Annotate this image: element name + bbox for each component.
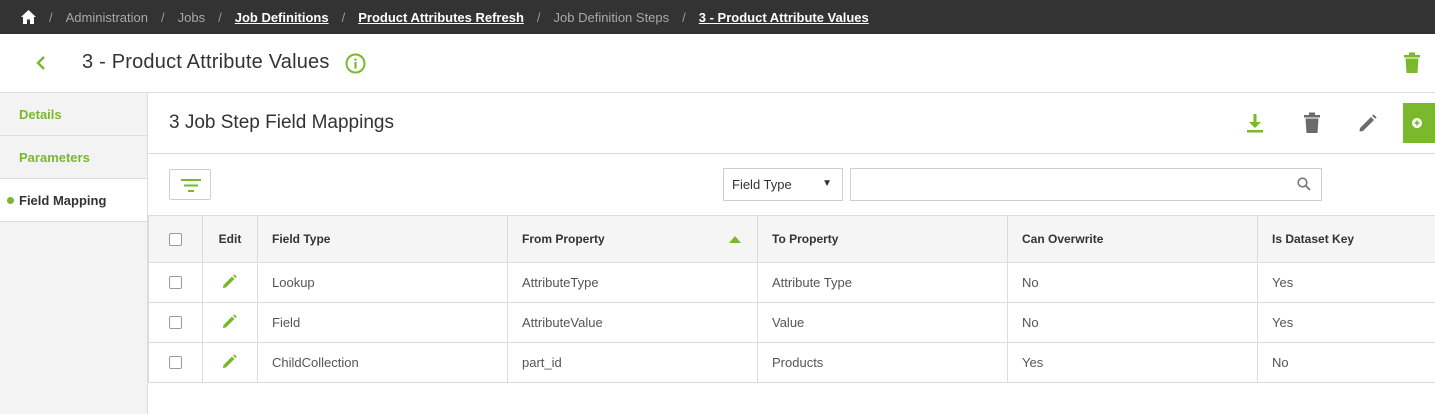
breadcrumb-separator: /	[49, 9, 53, 25]
row-edit-cell	[203, 263, 258, 302]
search-input[interactable]	[850, 168, 1322, 201]
row-select-cell	[148, 303, 203, 342]
column-header-edit: Edit	[203, 216, 258, 262]
field-mappings-table: Edit Field Type From Property To Propert…	[148, 215, 1435, 383]
download-icon[interactable]	[1244, 112, 1266, 134]
cell-field-type: ChildCollection	[258, 343, 508, 382]
cell-from-property: AttributeType	[508, 263, 758, 302]
row-select-cell	[148, 263, 203, 302]
cell-is-dataset-key: Yes	[1272, 275, 1294, 290]
cell-can-overwrite: No	[1008, 263, 1258, 302]
cell-field-type: Field	[258, 303, 508, 342]
cell-is-dataset-key: Yes	[1272, 315, 1294, 330]
filter-button[interactable]	[169, 169, 211, 200]
cell-to-property: Attribute Type	[758, 263, 1008, 302]
row-edit-cell	[203, 343, 258, 382]
trash-icon[interactable]	[1403, 52, 1421, 74]
column-header-label: From Property	[522, 232, 605, 246]
active-indicator-dot	[7, 197, 14, 204]
breadcrumb-job-definitions[interactable]: Job Definitions	[235, 10, 329, 25]
field-type-select[interactable]: Field Type ▼	[723, 168, 843, 201]
select-all-cell	[148, 216, 203, 262]
breadcrumb-separator: /	[536, 9, 541, 25]
filter-icon	[181, 179, 201, 192]
breadcrumb-product-attributes-refresh[interactable]: Product Attributes Refresh	[358, 10, 524, 25]
sidebar-item-field-mapping[interactable]: Field Mapping	[0, 179, 147, 222]
column-header-can-overwrite[interactable]: Can Overwrite	[1008, 216, 1258, 262]
breadcrumb-separator: /	[218, 9, 222, 25]
column-header-field-type[interactable]: Field Type	[258, 216, 508, 262]
table-header-row: Edit Field Type From Property To Propert…	[148, 215, 1435, 263]
sidebar-item-label: Field Mapping	[19, 192, 107, 208]
cell-to-property: Value	[758, 303, 1008, 342]
breadcrumb: / Administration / Jobs / Job Definition…	[0, 0, 1435, 34]
select-value: Field Type	[732, 177, 792, 192]
page-header: 3 - Product Attribute Values	[0, 34, 1435, 93]
breadcrumb-separator: /	[341, 9, 346, 25]
row-checkbox[interactable]	[169, 276, 182, 289]
pencil-icon[interactable]	[222, 273, 238, 292]
row-checkbox[interactable]	[169, 316, 182, 329]
cell-from-property: part_id	[508, 343, 758, 382]
cell-can-overwrite: No	[1008, 303, 1258, 342]
chevron-down-icon: ▼	[822, 178, 832, 189]
cell-is-dataset-key: No	[1272, 355, 1289, 370]
sidebar-item-label: Details	[19, 106, 62, 122]
sort-asc-icon	[729, 236, 741, 243]
info-icon[interactable]	[345, 53, 366, 74]
table-row: ChildCollection part_id Products Yes No	[148, 343, 1435, 383]
sidebar-item-label: Parameters	[19, 149, 90, 165]
sidebar-item-parameters[interactable]: Parameters	[0, 136, 147, 179]
select-all-checkbox[interactable]	[169, 232, 182, 246]
breadcrumb-current[interactable]: 3 - Product Attribute Values	[699, 10, 869, 25]
breadcrumb-separator: /	[682, 9, 686, 25]
pencil-icon[interactable]	[222, 353, 238, 372]
row-select-cell	[148, 343, 203, 382]
row-checkbox[interactable]	[169, 356, 182, 369]
page-title: 3 - Product Attribute Values	[82, 51, 330, 73]
cell-field-type: Lookup	[258, 263, 508, 302]
row-edit-cell	[203, 303, 258, 342]
sidebar: Details Parameters Field Mapping	[0, 93, 148, 414]
column-header-from-property[interactable]: From Property	[508, 216, 758, 262]
table-row: Field AttributeValue Value No Yes	[148, 303, 1435, 343]
cell-to-property: Products	[758, 343, 1008, 382]
back-icon[interactable]	[32, 53, 50, 73]
column-header-is-dataset-key[interactable]: Is Dataset Key	[1258, 216, 1435, 262]
breadcrumb-separator: /	[161, 9, 165, 25]
sidebar-item-details[interactable]: Details	[0, 93, 147, 136]
home-icon[interactable]	[20, 9, 36, 25]
cell-from-property: AttributeValue	[508, 303, 758, 342]
cell-can-overwrite: Yes	[1008, 343, 1258, 382]
panel-title: 3 Job Step Field Mappings	[169, 112, 394, 133]
trash-icon[interactable]	[1301, 112, 1323, 134]
breadcrumb-jobs[interactable]: Jobs	[178, 10, 205, 25]
divider	[148, 153, 1435, 154]
breadcrumb-job-definition-steps[interactable]: Job Definition Steps	[554, 10, 670, 25]
search-icon[interactable]	[1297, 177, 1311, 191]
add-button[interactable]	[1403, 103, 1435, 143]
column-header-to-property[interactable]: To Property	[758, 216, 1008, 262]
breadcrumb-administration[interactable]: Administration	[66, 10, 148, 25]
pencil-icon[interactable]	[1357, 112, 1379, 134]
pencil-icon[interactable]	[222, 313, 238, 332]
table-row: Lookup AttributeType Attribute Type No Y…	[148, 263, 1435, 303]
